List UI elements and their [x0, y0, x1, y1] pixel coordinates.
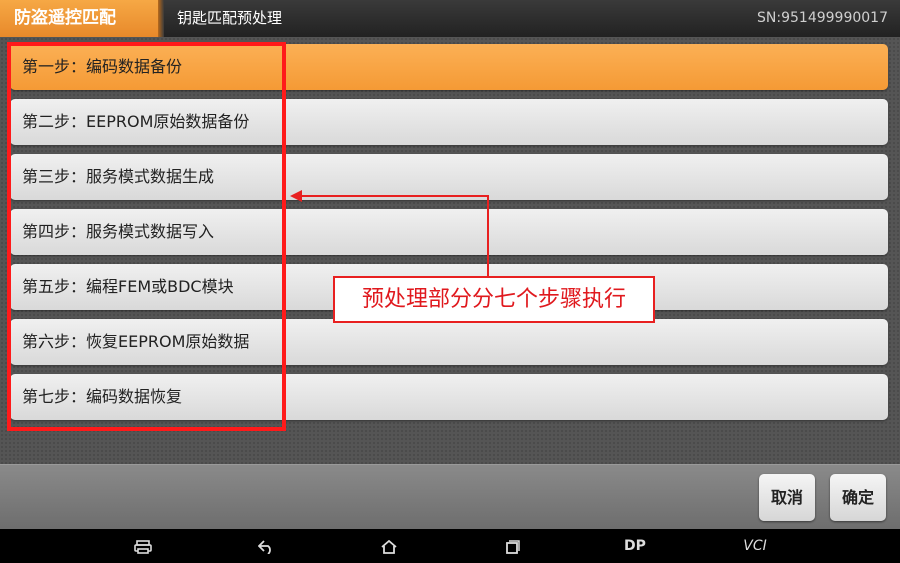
back-icon[interactable] — [254, 529, 278, 563]
home-icon[interactable] — [377, 529, 401, 563]
recent-apps-icon[interactable] — [500, 529, 524, 563]
annotation-callout: 预处理部分分七个步骤执行 — [333, 276, 655, 323]
cancel-button[interactable]: 取消 — [759, 474, 815, 521]
confirm-button[interactable]: 确定 — [830, 474, 886, 521]
system-nav-bar: DP VCI — [0, 529, 900, 563]
screenshot-icon[interactable] — [130, 529, 156, 563]
bottom-toolbar: 取消 确定 — [0, 464, 900, 530]
dp-button[interactable]: DP — [620, 529, 650, 563]
vci-button[interactable]: VCI — [738, 529, 772, 563]
